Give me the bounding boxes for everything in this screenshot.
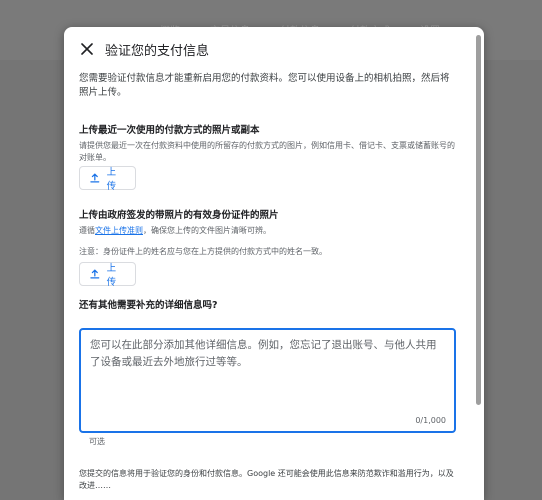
section2-desc-suffix: ，确保您上传的文件图片清晰可辨。 — [143, 226, 271, 235]
section2-desc-prefix: 遵循 — [79, 226, 95, 235]
upload-payment-method-button[interactable]: 上传 — [79, 166, 136, 192]
close-icon — [81, 43, 93, 55]
upload-id-button[interactable]: 上传 — [79, 262, 136, 288]
upload-guidelines-link[interactable]: 文件上传准则 — [95, 226, 143, 235]
close-button[interactable] — [77, 39, 97, 59]
upload-button-label: 上传 — [106, 263, 117, 288]
section2-description: 遵循文件上传准则，确保您上传的文件图片清晰可辨。 — [79, 225, 457, 237]
section2-note: 注意：身份证件上的姓名应与您在上方提供的付款方式中的姓名一致。 — [79, 247, 327, 256]
details-textarea-placeholder: 您可以在此部分添加其他详细信息。例如，您忘记了退出账号、与他人共用了设备或最近去… — [90, 339, 437, 368]
intro-text: 您需要验证付款信息才能重新启用您的付款资料。您可以使用设备上的相机拍照，然后将照… — [79, 73, 450, 98]
details-textarea[interactable]: 您可以在此部分添加其他详细信息。例如，您忘记了退出账号、与他人共用了设备或最近去… — [79, 328, 456, 433]
footer-text: 您提交的信息将用于验证您的身份和付款信息。Google 还可能会使用此信息来防范… — [79, 469, 454, 490]
dialog-title: 验证您的支付信息 — [105, 44, 210, 59]
verify-payment-dialog: 验证您的支付信息 您需要验证付款信息才能重新启用您的付款资料。您可以使用设备上的… — [64, 27, 484, 500]
upload-icon — [90, 269, 100, 279]
optional-label: 可选 — [89, 437, 105, 446]
section2-heading: 上传由政府签发的带照片的有效身份证件的照片 — [79, 210, 279, 221]
section1-heading: 上传最近一次使用的付款方式的照片或副本 — [79, 125, 260, 136]
upload-button-label: 上传 — [106, 167, 117, 192]
section1-description: 请提供您最近一次在付款资料中使用的所留存的付款方式的图片，例如信用卡、借记卡、支… — [79, 141, 455, 162]
section3-heading: 还有其他需要补充的详细信息吗? — [79, 300, 218, 311]
dialog-scrollbar[interactable] — [476, 35, 481, 405]
upload-icon — [90, 173, 100, 183]
character-counter: 0/1,000 — [415, 416, 446, 425]
